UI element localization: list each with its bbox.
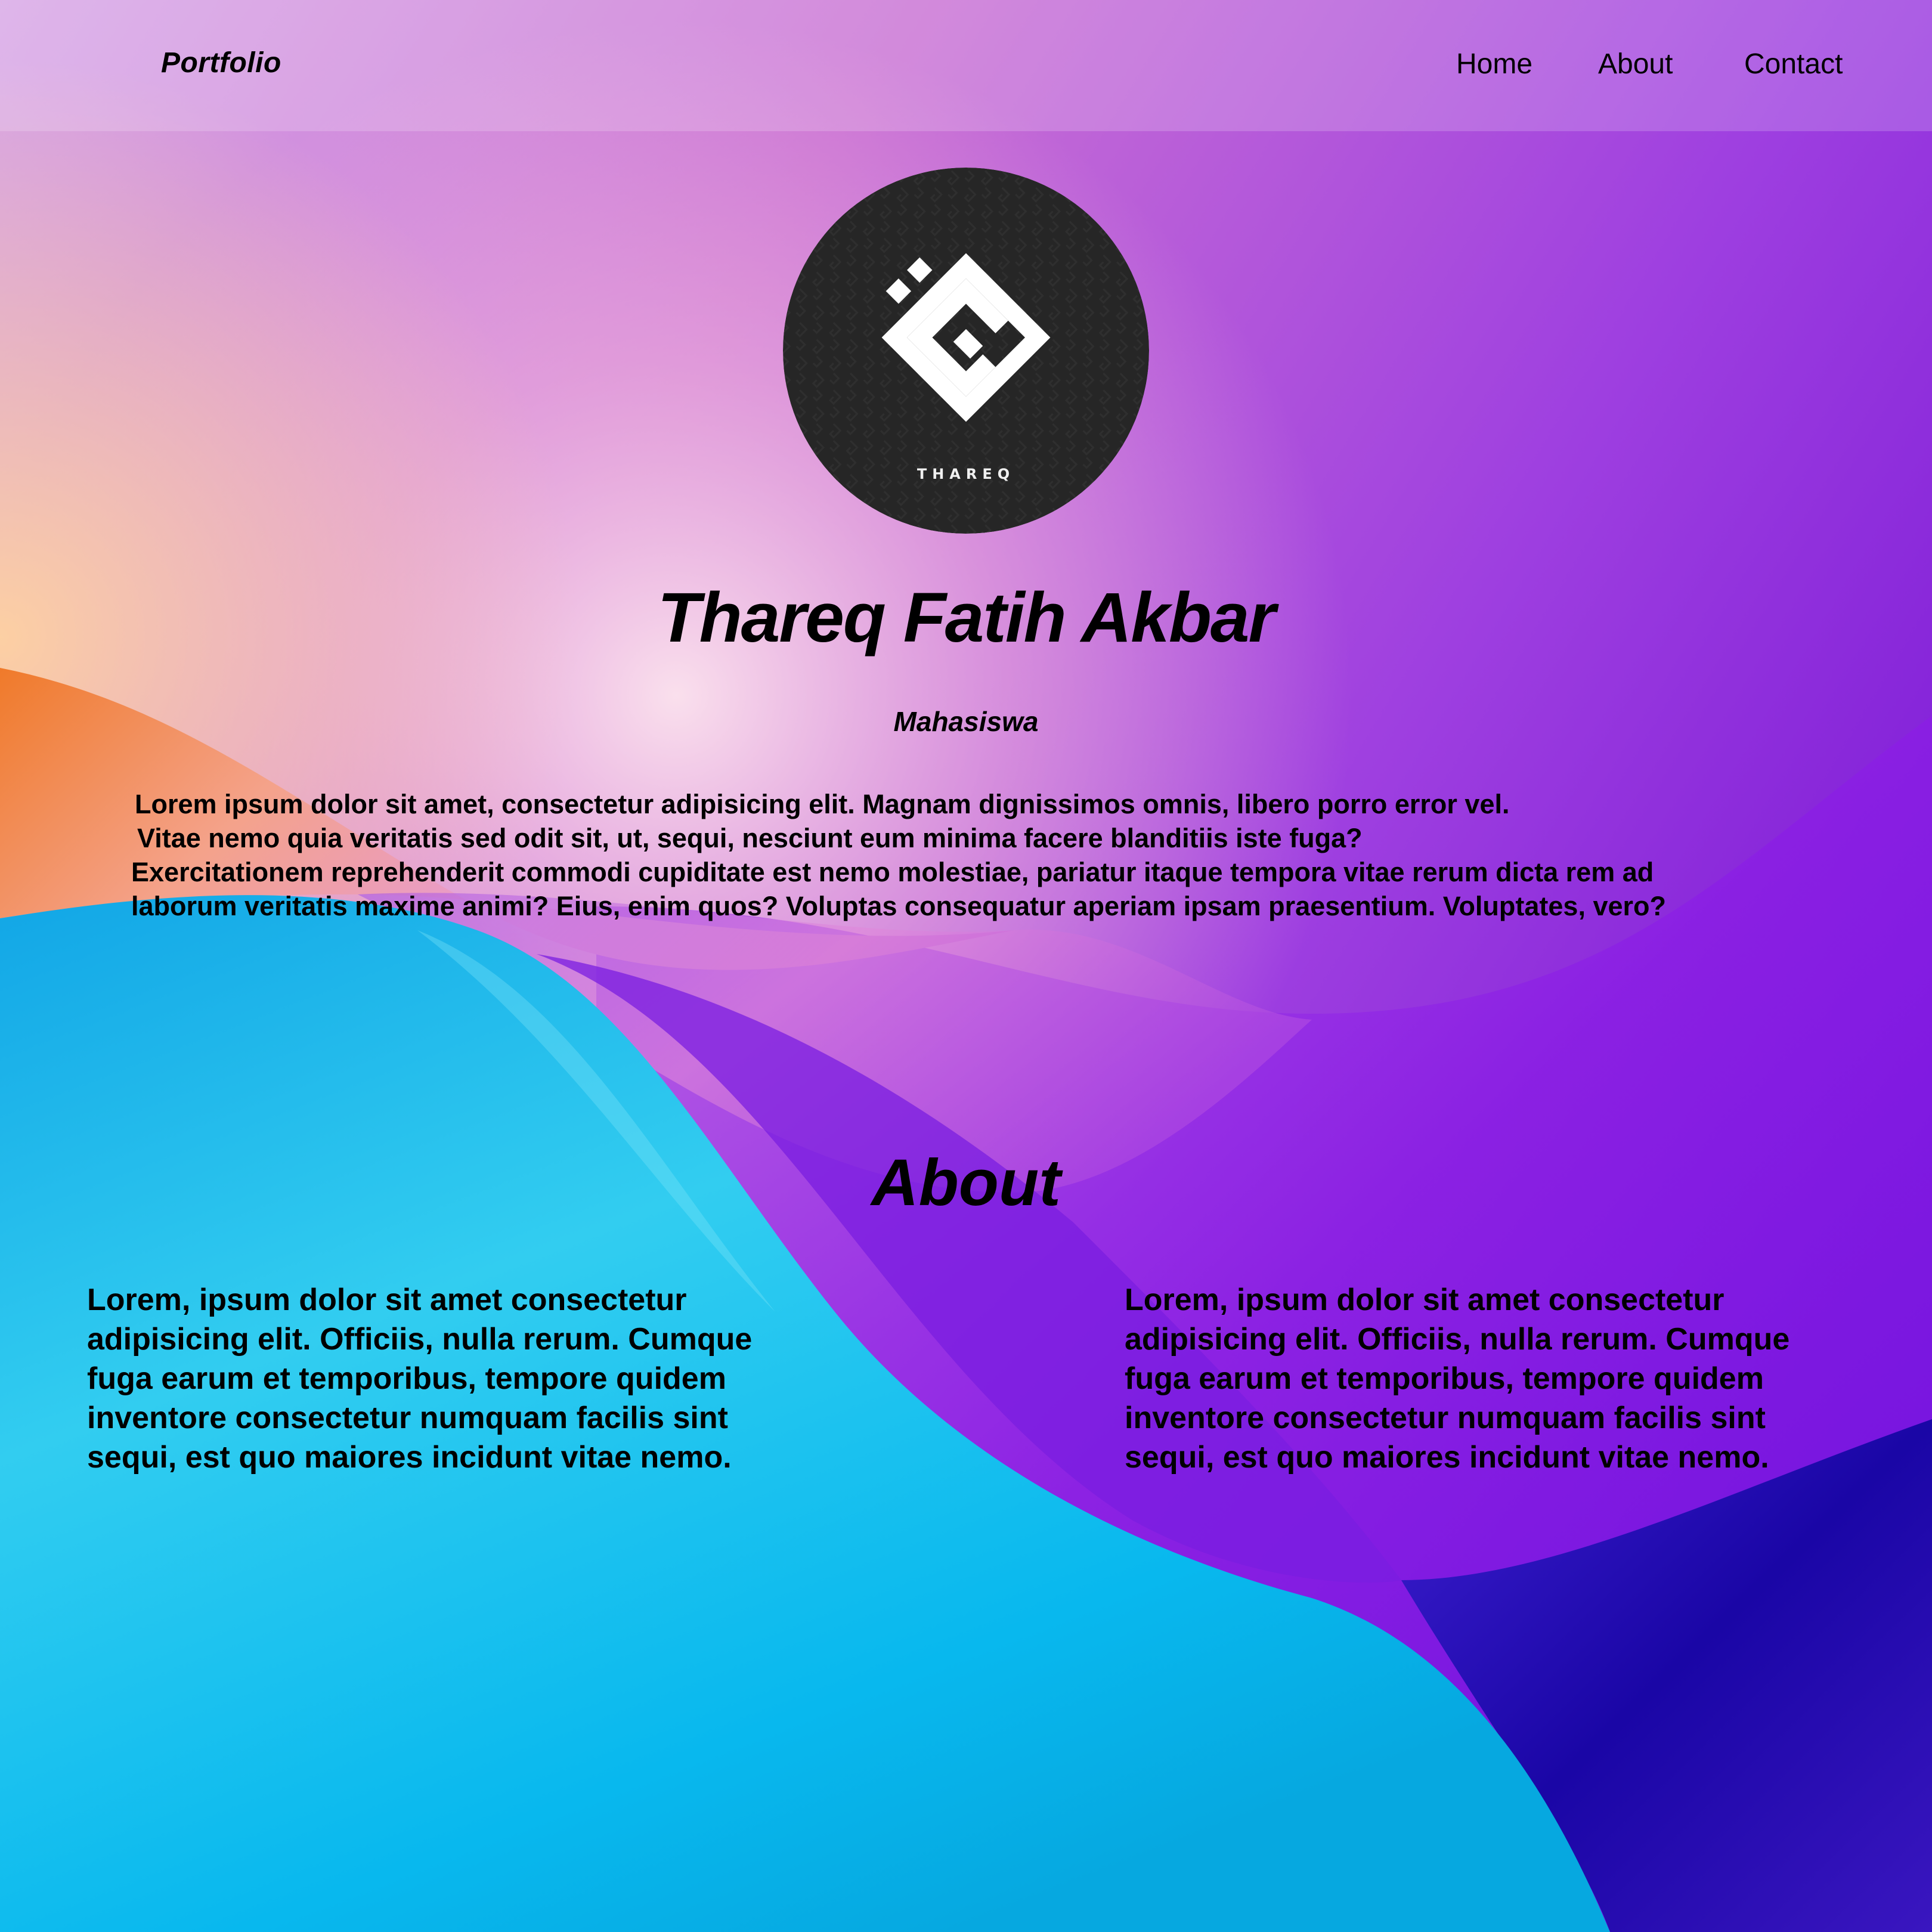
- hero-paragraph-line: Lorem ipsum dolor sit amet, consectetur …: [135, 789, 1510, 819]
- nav-link-about[interactable]: About: [1598, 48, 1673, 80]
- hero-paragraph: Lorem ipsum dolor sit amet, consectetur …: [131, 787, 1804, 923]
- nav-link-home[interactable]: Home: [1456, 48, 1532, 80]
- about-section-title: About: [871, 1146, 1061, 1219]
- hero-paragraph-line: Exercitationem reprehenderit commodi cup…: [131, 857, 1654, 887]
- hero-paragraph-line: Vitae nemo quia veritatis sed odit sit, …: [137, 823, 1363, 853]
- hero-name: Thareq Fatih Akbar: [657, 578, 1276, 657]
- nav-link-contact[interactable]: Contact: [1744, 48, 1843, 80]
- navbar: Portfolio Home About Contact: [0, 0, 1932, 131]
- hero-role: Mahasiswa: [893, 706, 1039, 737]
- avatar: THAREQ: [783, 168, 1149, 534]
- about-text-left: Lorem, ipsum dolor sit amet consectetur …: [87, 1283, 753, 1475]
- hero-paragraph-line: laborum veritatis maxime animi? Eius, en…: [131, 891, 1667, 921]
- brand-logo-text[interactable]: Portfolio: [161, 47, 281, 79]
- about-text-right: Lorem, ipsum dolor sit amet consectetur …: [1125, 1283, 1790, 1475]
- avatar-caption: THAREQ: [917, 466, 1015, 482]
